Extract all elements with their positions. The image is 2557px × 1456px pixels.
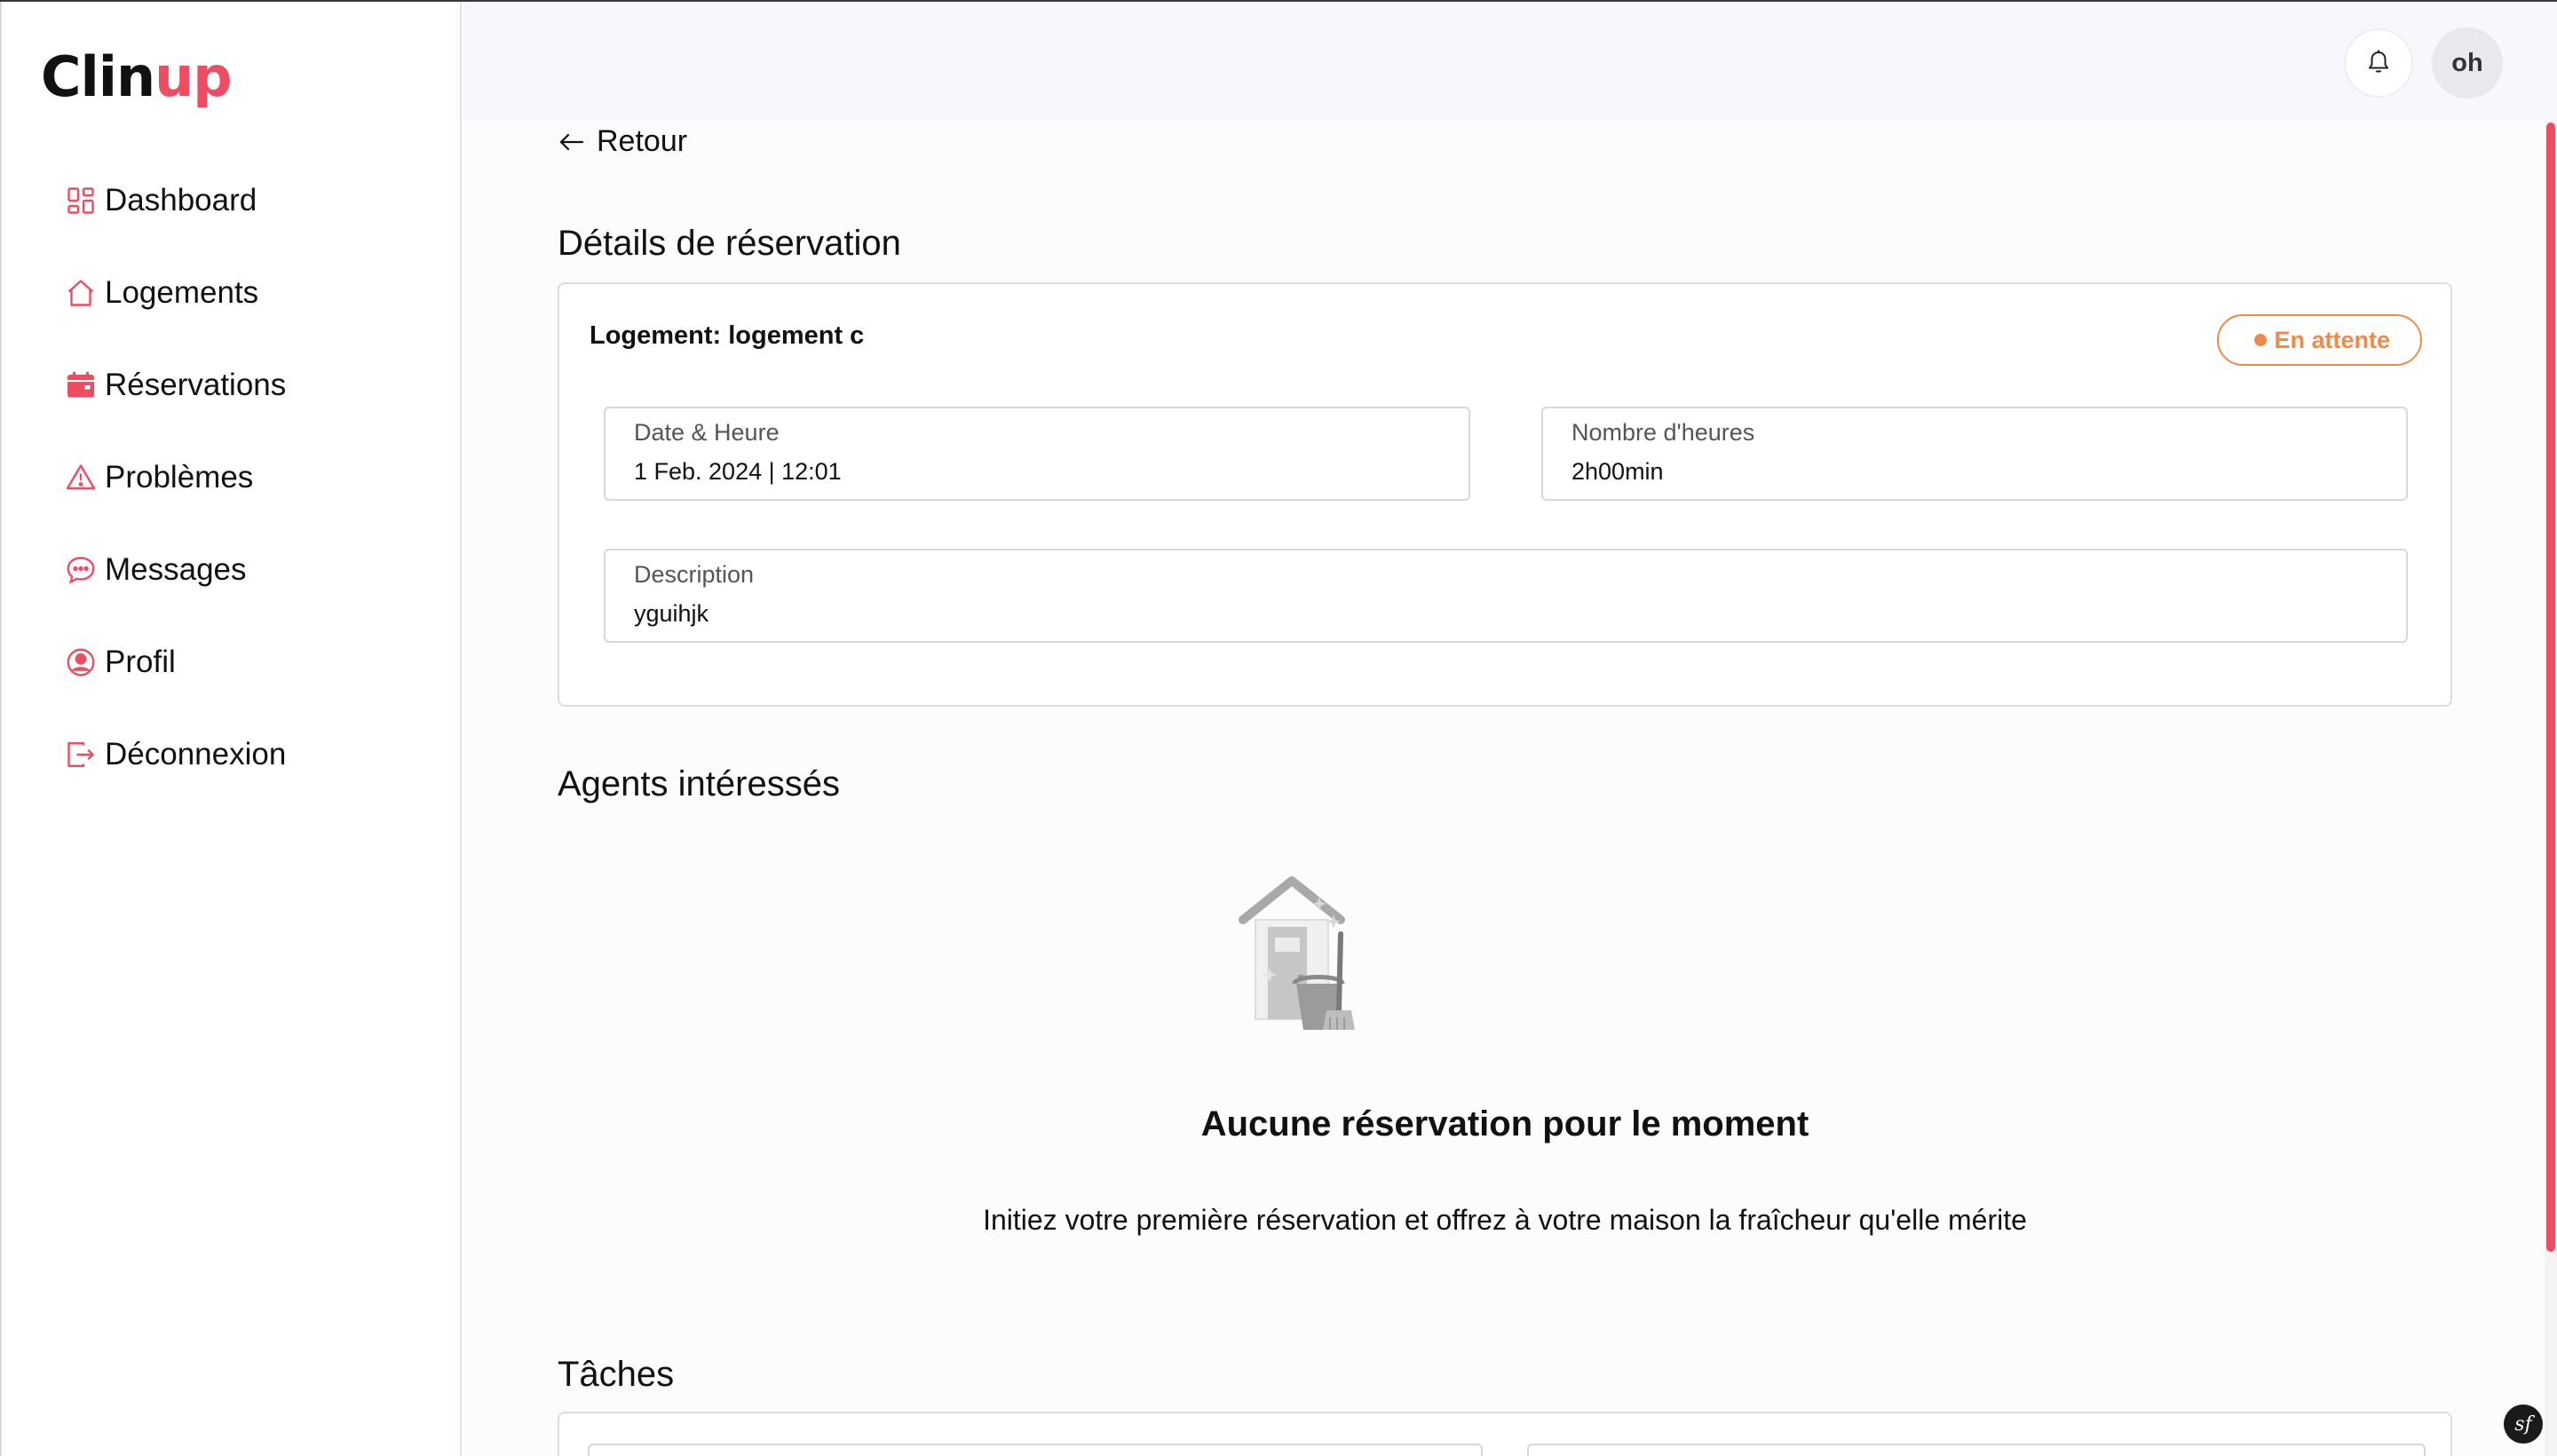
app-logo[interactable]: Clinup [41,44,233,109]
bell-icon [2365,47,2392,80]
sidebar-item-label: Messages [105,552,247,587]
sidebar-item-dashboard[interactable]: Dashboard [64,178,286,224]
sidebar-item-problemes[interactable]: Problèmes [64,455,286,501]
empty-state-subtitle: Initiez votre première réservation et of… [983,1204,2027,1236]
user-avatar[interactable]: oh [2432,28,2503,99]
top-header [463,2,2557,121]
calendar-icon [64,368,98,402]
tasks-card [558,1412,2452,1456]
sidebar-item-logements[interactable]: Logements [64,270,286,316]
empty-state-title: Aucune réservation pour le moment [1200,1104,1809,1143]
date-time-label: Date & Heure [634,419,780,446]
sidebar-item-profil[interactable]: Profil [64,639,286,685]
description-value: yguihjk [634,600,709,627]
chat-bubble-icon [64,553,98,587]
tasks-title: Tâches [558,1355,675,1394]
task-field-right[interactable] [1527,1444,2426,1456]
status-badge: En attente [2217,314,2422,366]
scrollbar-thumb[interactable] [2546,123,2555,1252]
dashboard-grid-icon [64,184,98,218]
hours-label: Nombre d'heures [1571,419,1755,446]
back-link[interactable]: Retour [558,124,687,159]
agents-title: Agents intéressés [558,764,840,803]
logout-icon [64,738,98,772]
sidebar-item-label: Profil [105,645,176,679]
details-title: Détails de réservation [558,224,901,263]
reservation-details-card: Logement: logement c En attente Date & He… [558,282,2452,707]
arrow-left-icon [559,133,584,150]
description-field[interactable]: Description yguihjk [604,549,2408,643]
sidebar-item-messages[interactable]: Messages [64,547,286,593]
sidebar-item-reservations[interactable]: Réservations [64,362,286,408]
hours-field[interactable]: Nombre d'heures 2h00min [1541,407,2408,501]
sidebar-item-label: Problèmes [105,460,254,495]
sidebar: Clinup Dashboard Logements Réservations … [0,2,462,1456]
symfony-debug-toolbar-icon[interactable]: sf [2504,1405,2543,1444]
sidebar-item-deconnexion[interactable]: Déconnexion [64,732,286,778]
sidebar-nav: Dashboard Logements Réservations Problèm… [64,178,286,824]
date-time-field[interactable]: Date & Heure 1 Feb. 2024 | 12:01 [604,407,1470,501]
sidebar-item-label: Déconnexion [105,737,287,772]
back-label: Retour [597,124,688,158]
sidebar-item-label: Dashboard [105,183,257,218]
sidebar-item-label: Réservations [105,368,287,402]
home-icon [64,276,98,310]
sidebar-item-label: Logements [105,275,259,310]
user-circle-icon [64,645,98,679]
warning-icon [64,461,98,495]
status-dot [2254,334,2268,346]
description-label: Description [634,561,755,588]
empty-house-cleaning-illustration [1181,852,1403,1043]
notifications-button[interactable] [2344,28,2413,98]
task-field-left[interactable] [588,1444,1483,1456]
hours-value: 2h00min [1571,458,1664,485]
date-time-value: 1 Feb. 2024 | 12:01 [634,458,842,485]
logement-heading: Logement: logement c [590,321,865,350]
